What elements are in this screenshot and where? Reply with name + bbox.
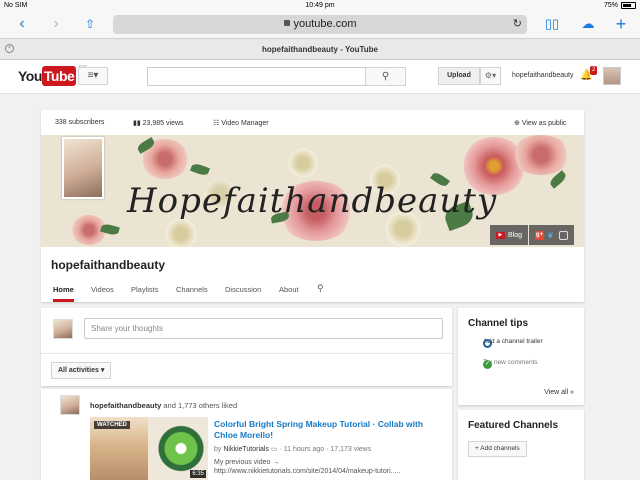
channel-tabs: Home Videos Playlists Channels Discussio…	[41, 282, 584, 302]
featured-channels-title: Featured Channels	[468, 420, 559, 431]
channel-search-icon[interactable]: ⚲	[317, 283, 324, 299]
share-box: Share your thoughts	[41, 308, 452, 353]
tab-playlists[interactable]: Playlists	[131, 285, 159, 299]
channel-header: 338 subscribers ▮▮ 23,985 views ☷ Video …	[41, 110, 584, 302]
globe-icon: ⊕	[514, 120, 522, 127]
chart-icon: ▮▮	[133, 120, 143, 127]
verified-icon: ▭	[270, 446, 278, 453]
channel-tips-panel: Channel tips Add a channel trailer ✓ Try…	[458, 308, 584, 405]
activity-actor[interactable]: hopefaithandbeauty	[90, 401, 161, 410]
clock: 10:49 pm	[305, 2, 335, 9]
battery-icon	[621, 2, 636, 9]
activity-avatar[interactable]	[60, 395, 80, 415]
blog-link[interactable]: ▶ Blog	[489, 225, 528, 245]
account-avatar[interactable]	[603, 67, 621, 85]
new-tab-icon[interactable]: +	[611, 15, 631, 33]
tab-videos[interactable]: Videos	[91, 285, 114, 299]
back-icon[interactable]: ‹	[12, 15, 32, 33]
battery-status: 75%	[604, 2, 636, 9]
video-manager-link[interactable]: ☷ Video Manager	[213, 119, 269, 127]
address-bar[interactable]: youtube.com ↻	[113, 15, 527, 34]
video-author-link[interactable]: NikkieTutorials	[223, 446, 269, 453]
social-links[interactable]: g+ ❦	[529, 225, 574, 245]
tab-discussion[interactable]: Discussion	[225, 285, 261, 299]
google-plus-icon[interactable]: g+	[535, 230, 544, 240]
status-bar: No SIM 10:49 pm 75%	[0, 0, 640, 12]
activity-filter-bar: All activities ▾	[41, 353, 452, 386]
account-name[interactable]: hopefaithandbeauty	[512, 72, 574, 79]
activity-summary: hopefaithandbeauty and 1,773 others like…	[90, 401, 238, 410]
browser-toolbar: ‹ › ⇧ youtube.com ↻ ▯▯ ☁ +	[0, 12, 640, 38]
check-icon: ✓	[483, 360, 492, 369]
channel-tips-title: Channel tips	[468, 318, 529, 329]
browser-tab-bar: × hopefaithandbeauty - YouTube	[0, 38, 640, 60]
channel-stats-bar: 338 subscribers ▮▮ 23,985 views ☷ Video …	[41, 110, 584, 135]
video-meta: by NikkieTutorials ▭ · 11 hours ago · 17…	[214, 446, 372, 453]
featured-channels-panel: Featured Channels + Add channels	[458, 410, 584, 480]
tab-home[interactable]: Home	[53, 285, 74, 302]
search-input[interactable]	[147, 67, 366, 86]
search-button[interactable]: ⚲	[365, 67, 406, 86]
list-icon: ☷	[213, 120, 222, 127]
chevron-down-icon: ▾	[100, 367, 105, 374]
forward-icon[interactable]: ›	[46, 15, 66, 33]
add-channels-button[interactable]: + Add channels	[468, 441, 527, 457]
channel-links: ▶ Blog g+ ❦	[489, 225, 574, 245]
activity-filter-dropdown[interactable]: All activities ▾	[51, 362, 112, 379]
poster-avatar	[53, 319, 73, 339]
activity-item: hopefaithandbeauty and 1,773 others like…	[41, 389, 452, 480]
video-description: My previous video → http://www.nikkietut…	[214, 459, 401, 475]
menu-icon: ≡	[87, 70, 94, 81]
instagram-icon[interactable]	[559, 230, 568, 240]
video-duration: 6:35	[190, 470, 206, 478]
banner-title: Hopefaithandbeauty	[127, 181, 498, 221]
share-thoughts-input[interactable]: Share your thoughts	[84, 318, 443, 339]
search-icon: ⚲	[381, 71, 390, 82]
video-thumbnail[interactable]: WATCHED 6:35	[90, 417, 208, 480]
guide-menu-button[interactable]: ≡▾	[78, 67, 108, 85]
channel-banner: Hopefaithandbeauty ▶ Blog g+ ❦	[41, 135, 584, 247]
bookmarks-icon[interactable]: ▯▯	[542, 15, 562, 33]
video-title-link[interactable]: Colorful Bright Spring Makeup Tutorial ·…	[214, 419, 444, 441]
channel-name: hopefaithandbeauty	[51, 258, 166, 272]
twitter-icon[interactable]: ❦	[547, 231, 556, 240]
blogger-icon: ▶	[495, 231, 505, 239]
tip-try-comments[interactable]: ✓ Try new comments	[468, 359, 538, 369]
lock-icon	[283, 20, 290, 26]
reload-icon[interactable]: ↻	[513, 15, 522, 34]
settings-button[interactable]: ⚙▾	[480, 67, 501, 85]
view-as-public-link[interactable]: ⊕ View as public	[514, 119, 566, 127]
share-icon[interactable]: ⇧	[80, 15, 100, 33]
gear-icon: ⚙	[484, 71, 493, 80]
tab-channels[interactable]: Channels	[176, 285, 208, 299]
youtube-logo[interactable]: YouTubeGB	[18, 66, 87, 86]
watched-badge: WATCHED	[94, 421, 130, 429]
upload-button[interactable]: Upload	[438, 67, 480, 85]
tip-add-trailer[interactable]: Add a channel trailer	[468, 338, 543, 348]
radio-icon	[483, 339, 492, 348]
chevron-right-icon: »	[570, 389, 574, 396]
notification-badge[interactable]: 2	[590, 66, 598, 75]
tab-about[interactable]: About	[279, 285, 299, 299]
tab-title[interactable]: hopefaithandbeauty - YouTube	[0, 45, 640, 54]
channel-avatar[interactable]	[62, 137, 104, 199]
battery-percent: 75%	[603, 2, 618, 9]
url-text: youtube.com	[293, 18, 357, 30]
subscriber-count[interactable]: 338 subscribers	[55, 119, 104, 126]
view-all-link[interactable]: View all »	[544, 389, 574, 396]
view-count[interactable]: ▮▮ 23,985 views	[133, 119, 184, 127]
icloud-tabs-icon[interactable]: ☁	[578, 15, 598, 33]
